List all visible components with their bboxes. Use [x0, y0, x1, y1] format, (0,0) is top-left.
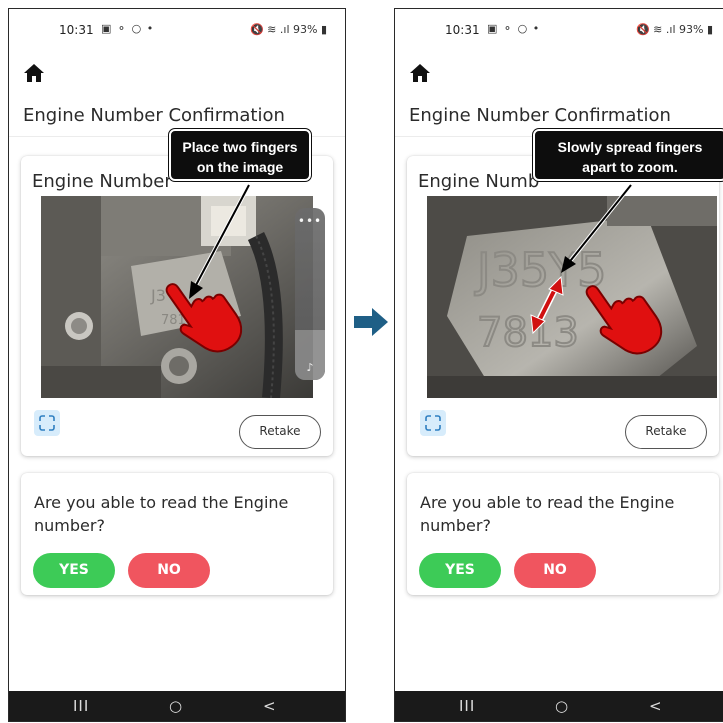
hand-pointer-icon	[585, 285, 663, 355]
double-arrow-icon	[530, 275, 564, 335]
transition-arrow-icon	[354, 308, 388, 336]
hand-pointer-icon	[165, 283, 243, 353]
left-phone-screen: 10:31 ▣ ⚬ ○ • 🔇 ≋ .ıl 93% ▮ Engine Numbe…	[8, 8, 346, 722]
gesture-overlay	[530, 183, 663, 355]
gesture-overlay	[165, 184, 251, 353]
right-phone-screen: 10:31 ▣ ⚬ ○ • 🔇 ≋ .ıl 93% ▮ Engine Numbe…	[394, 8, 723, 722]
